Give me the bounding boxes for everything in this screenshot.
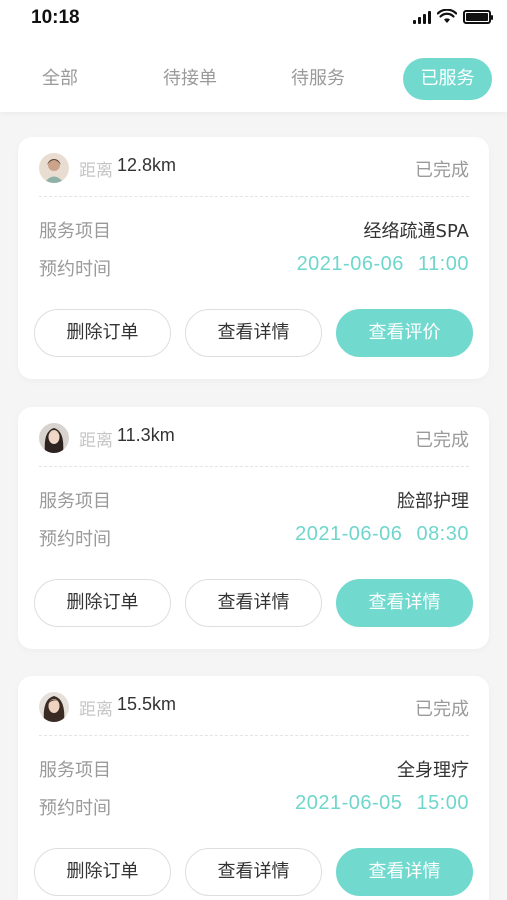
distance-label: 距离 bbox=[79, 161, 113, 181]
order-card: 距离 12.8km 已完成 服务项目 经络疏通SPA 预约时间 2021-06-… bbox=[18, 137, 489, 379]
appointment-time-value: 2021-06-06 11:00 bbox=[296, 253, 469, 275]
view-details-button[interactable]: 查看详情 bbox=[185, 579, 322, 627]
view-review-button[interactable]: 查看评价 bbox=[336, 309, 473, 357]
appointment-time-label: 预约时间 bbox=[39, 529, 111, 550]
battery-icon bbox=[463, 9, 493, 24]
delete-order-button[interactable]: 删除订单 bbox=[34, 848, 171, 896]
distance-label: 距离 bbox=[79, 700, 113, 720]
distance-value: 12.8km bbox=[117, 155, 177, 175]
order-card: 距离 11.3km 已完成 服务项目 脸部护理 预约时间 2021-06-06 … bbox=[18, 407, 489, 649]
delete-order-button[interactable]: 删除订单 bbox=[34, 309, 171, 357]
cellular-signal-icon bbox=[413, 10, 431, 24]
appointment-time-value: 2021-06-06 08:30 bbox=[295, 523, 469, 545]
divider bbox=[39, 466, 469, 467]
appointment-time-label: 预约时间 bbox=[39, 798, 111, 819]
view-details-button[interactable]: 查看详情 bbox=[185, 848, 322, 896]
divider bbox=[39, 196, 469, 197]
order-status: 已完成 bbox=[415, 699, 469, 720]
tab-served[interactable]: 已服务 bbox=[403, 58, 492, 100]
status-bar: 10:18 bbox=[0, 0, 507, 36]
distance-label: 距离 bbox=[79, 431, 113, 451]
view-details-button[interactable]: 查看详情 bbox=[185, 309, 322, 357]
service-label: 服务项目 bbox=[39, 760, 111, 781]
tab-pending-service[interactable]: 待服务 bbox=[274, 58, 362, 100]
service-value: 全身理疗 bbox=[397, 760, 469, 781]
status-time: 10:18 bbox=[31, 7, 80, 28]
view-details-primary-button[interactable]: 查看详情 bbox=[336, 848, 473, 896]
wifi-icon bbox=[437, 9, 457, 23]
distance-value: 11.3km bbox=[117, 425, 175, 445]
avatar bbox=[39, 153, 69, 183]
tab-all[interactable]: 全部 bbox=[30, 58, 90, 100]
top-bar: 10:18 全部 待接单 待服务 已服务 bbox=[0, 0, 507, 112]
distance-value: 15.5km bbox=[117, 694, 177, 714]
service-value: 脸部护理 bbox=[397, 491, 469, 512]
service-label: 服务项目 bbox=[39, 221, 111, 242]
order-tabs: 全部 待接单 待服务 已服务 bbox=[0, 58, 507, 102]
order-card: 距离 15.5km 已完成 服务项目 全身理疗 预约时间 2021-06-05 … bbox=[18, 676, 489, 900]
order-status: 已完成 bbox=[415, 430, 469, 451]
tab-pending-accept[interactable]: 待接单 bbox=[146, 58, 234, 100]
order-status: 已完成 bbox=[415, 160, 469, 181]
service-value: 经络疏通SPA bbox=[363, 221, 469, 242]
status-icons bbox=[413, 9, 493, 24]
service-label: 服务项目 bbox=[39, 491, 111, 512]
avatar bbox=[39, 423, 69, 453]
divider bbox=[39, 735, 469, 736]
appointment-time-label: 预约时间 bbox=[39, 259, 111, 280]
delete-order-button[interactable]: 删除订单 bbox=[34, 579, 171, 627]
avatar bbox=[39, 692, 69, 722]
appointment-time-value: 2021-06-05 15:00 bbox=[295, 792, 469, 814]
view-details-primary-button[interactable]: 查看详情 bbox=[336, 579, 473, 627]
